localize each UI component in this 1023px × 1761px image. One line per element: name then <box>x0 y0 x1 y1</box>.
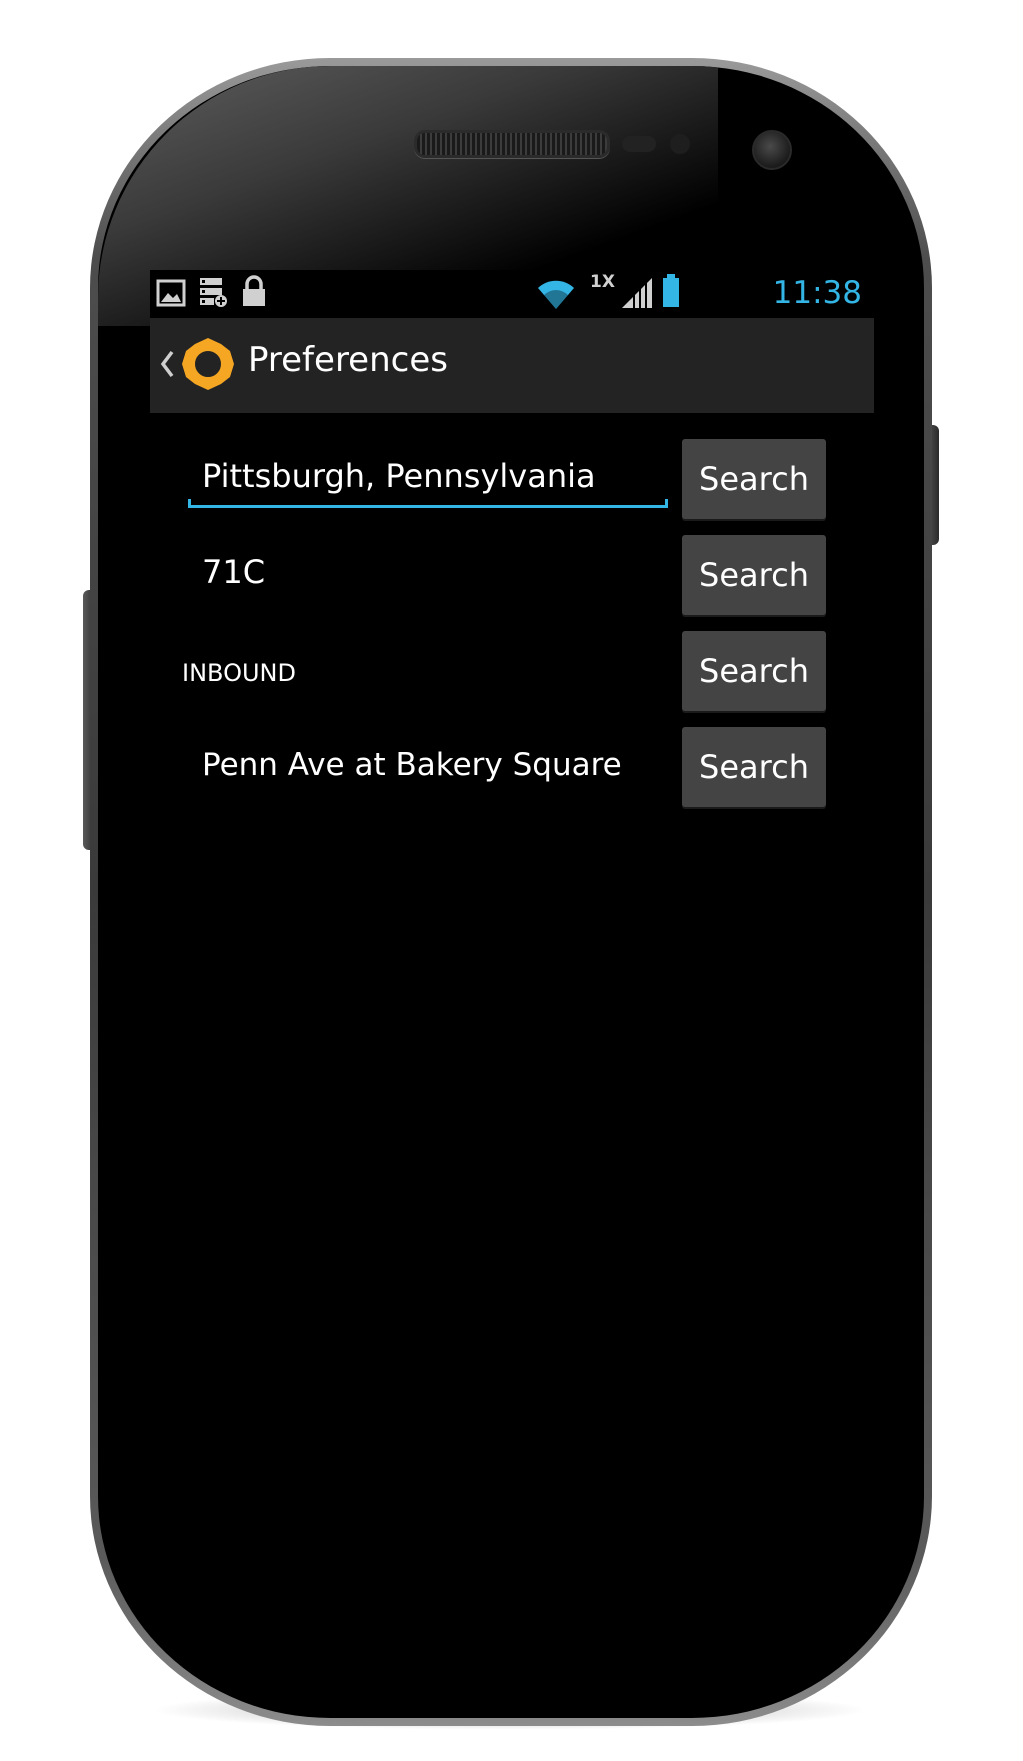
route-row: 71C Search <box>150 535 874 615</box>
light-sensor <box>670 134 690 154</box>
image-icon <box>156 279 186 307</box>
earpiece-speaker <box>414 130 610 158</box>
network-type-label: 1X <box>590 272 615 292</box>
device-mockup: 1X 11:38 Preferences Pittsburgh, Pennsyl… <box>0 0 1023 1761</box>
stop-search-button[interactable]: Search <box>682 727 826 807</box>
status-bar: 1X 11:38 <box>150 270 874 318</box>
page-title: Preferences <box>248 340 448 380</box>
stop-value: Penn Ave at Bakery Square <box>202 747 622 783</box>
action-bar[interactable]: Preferences <box>150 318 874 413</box>
clock: 11:38 <box>772 275 862 311</box>
route-search-button[interactable]: Search <box>682 535 826 615</box>
chevron-left-icon[interactable] <box>158 346 176 382</box>
wifi-icon <box>538 280 574 309</box>
signal-icon <box>622 278 652 308</box>
proximity-sensor <box>622 136 656 152</box>
direction-value: INBOUND <box>182 659 296 687</box>
stop-row: Penn Ave at Bakery Square Search <box>150 727 874 807</box>
front-camera <box>752 130 792 170</box>
lock-icon <box>243 275 265 306</box>
location-row: Pittsburgh, Pennsylvania Search <box>150 439 874 519</box>
direction-row: INBOUND Search <box>150 631 874 711</box>
battery-icon <box>663 274 679 307</box>
route-value: 71C <box>202 553 266 591</box>
direction-search-button[interactable]: Search <box>682 631 826 711</box>
location-input[interactable]: Pittsburgh, Pennsylvania <box>202 457 596 495</box>
sun-gear-icon <box>182 338 234 390</box>
screen: 1X 11:38 Preferences Pittsburgh, Pennsyl… <box>150 270 874 1556</box>
location-input-underline <box>188 499 668 508</box>
location-search-button[interactable]: Search <box>682 439 826 519</box>
storage-icon <box>200 278 227 307</box>
